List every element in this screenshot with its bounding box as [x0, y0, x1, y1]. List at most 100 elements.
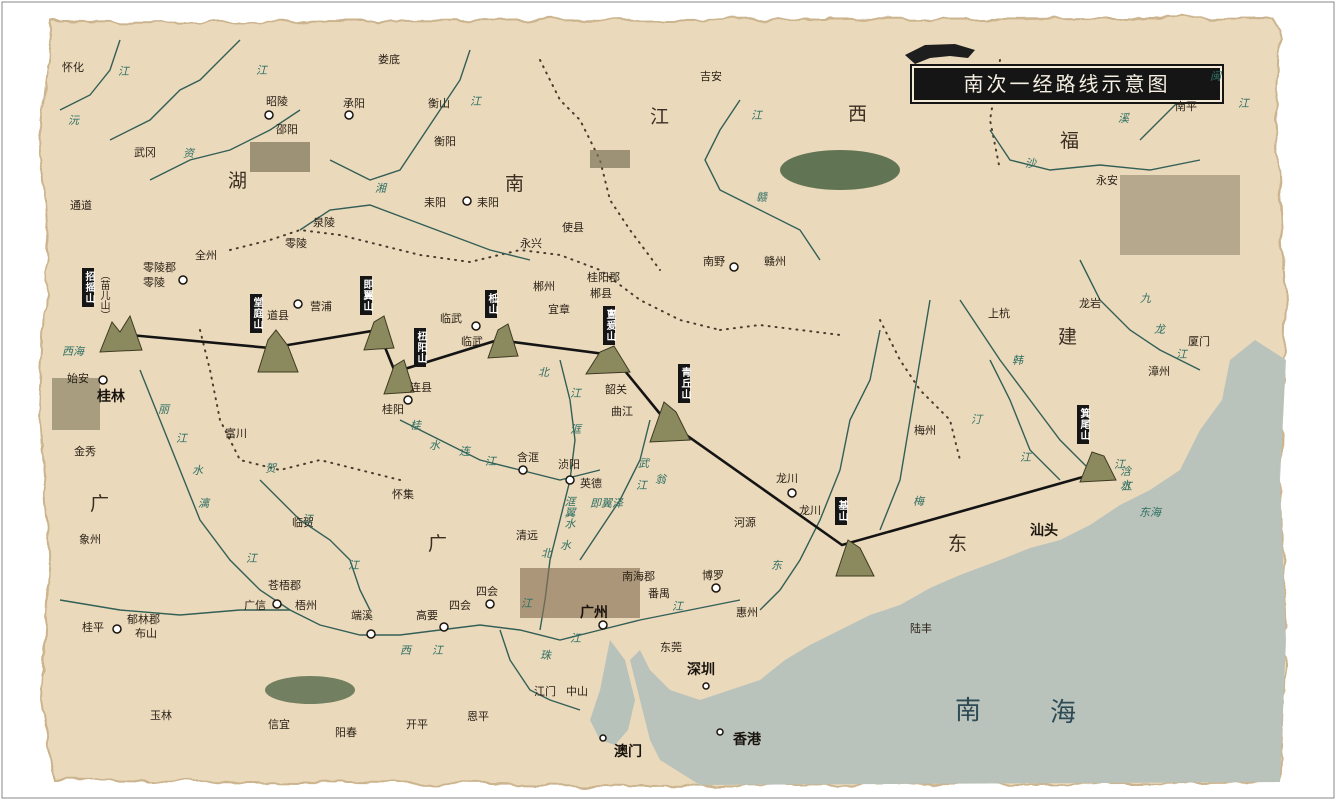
- place-label: 漳州: [1148, 365, 1170, 378]
- city-guilin: 桂林: [97, 389, 125, 405]
- sea-label-hai: 海: [1050, 698, 1077, 728]
- place-label: 临武: [440, 312, 462, 325]
- river-label: 漓: [198, 497, 209, 510]
- place-label: 郁林郡: [127, 613, 160, 626]
- place-label: 泉陵: [313, 216, 335, 229]
- village-icon: [250, 142, 310, 172]
- region-label-fu: 福: [1060, 130, 1080, 152]
- place-label: 布山: [135, 627, 157, 640]
- river-label: 溪: [1118, 112, 1129, 125]
- region-label-guang-west: 广: [90, 493, 110, 515]
- region-label-jiang: 江: [650, 106, 670, 128]
- place-label: 衡山: [428, 97, 450, 110]
- forest-icon: [265, 676, 355, 704]
- river-label: 江: [176, 432, 187, 445]
- region-label-xi: 西: [848, 103, 868, 125]
- village-icon: [52, 378, 100, 430]
- city-circle-icon: [366, 629, 376, 639]
- place-label: 厦门: [1188, 335, 1210, 348]
- river-label: 水: [560, 539, 571, 552]
- place-label: 娄底: [378, 53, 400, 66]
- river-label: 江: [470, 95, 481, 108]
- mountain-tag-danyuan: 亶爰山: [603, 306, 615, 345]
- place-label: 全州: [195, 249, 217, 262]
- region-label-dong: 东: [948, 533, 968, 555]
- place-label: 韶关: [605, 383, 627, 396]
- place-label: 龙川: [799, 504, 821, 517]
- city-guangzhou: 广州: [580, 605, 608, 621]
- place-label: 赣州: [764, 255, 786, 268]
- city-shenzhen: 深圳: [687, 662, 715, 678]
- place-label: 开平: [406, 718, 428, 731]
- region-label-nan: 南: [505, 173, 525, 195]
- place-label: 营浦: [310, 300, 332, 313]
- river-label: 北: [538, 366, 549, 379]
- river-label: 沅: [68, 114, 79, 127]
- river-label: 连: [459, 445, 470, 458]
- place-label: 临武: [461, 335, 483, 348]
- place-label: 永安: [1096, 174, 1118, 187]
- river-label: 水: [192, 464, 203, 477]
- place-label: 邵阳: [276, 123, 298, 136]
- river-label: 北: [541, 547, 552, 560]
- place-label: 陆丰: [910, 622, 932, 635]
- river-label: 西海: [62, 345, 84, 358]
- place-label: 通道: [70, 199, 92, 212]
- river-label: 梅: [913, 495, 924, 508]
- river-label: 沙: [1025, 157, 1036, 170]
- river-label: 江: [118, 65, 129, 78]
- place-label: （苗儿山）: [98, 270, 109, 320]
- river-label: 湘: [375, 182, 386, 195]
- city-circle-icon: [787, 488, 797, 498]
- river-label: 洭: [570, 423, 581, 436]
- place-label: 桂阳郡: [587, 271, 620, 284]
- forest-icon: [780, 150, 900, 190]
- river-label: 江: [1176, 348, 1187, 361]
- city-circle-icon: [462, 196, 472, 206]
- place-label: 零陵: [143, 276, 165, 289]
- place-label: 清远: [516, 529, 538, 542]
- mountain-tag-jiwei: 箕尾山: [1077, 405, 1089, 444]
- place-label: 东莞: [660, 641, 682, 654]
- region-label-jian: 建: [1058, 326, 1078, 348]
- river-label: 水: [429, 439, 440, 452]
- place-label: 浈阳: [558, 458, 580, 471]
- city-circle-icon: [439, 622, 449, 632]
- river-label: 资: [183, 147, 194, 160]
- place-label: 衡阳: [434, 135, 456, 148]
- region-label-hu: 湖: [228, 170, 248, 192]
- city-shantou: 汕头: [1030, 523, 1058, 539]
- place-label: 番禺: [648, 587, 670, 600]
- river-label: 闽: [1210, 70, 1221, 83]
- place-label: 英德: [580, 477, 602, 490]
- place-label: 苍梧郡: [268, 579, 301, 592]
- place-label: 昭陵: [266, 95, 288, 108]
- place-label: 梧州: [295, 599, 317, 612]
- place-label: 南野: [703, 255, 725, 268]
- river-label: 江: [1238, 97, 1249, 110]
- place-label: 郴县: [590, 287, 612, 300]
- city-circle-icon: [344, 110, 354, 120]
- place-label: 耒阳: [477, 196, 499, 209]
- river-label: 东: [771, 559, 782, 572]
- river-label: 江: [636, 479, 647, 492]
- region-label-guang: 广: [428, 533, 448, 555]
- place-label: 梅州: [914, 424, 936, 437]
- mountain-tag-di: 柢山: [485, 290, 497, 318]
- place-label: 连县: [410, 381, 432, 394]
- city-circle-icon: [716, 728, 724, 736]
- place-label: 零陵: [285, 237, 307, 250]
- river-label: 珠: [540, 649, 551, 662]
- river-label: 汀: [971, 413, 982, 426]
- place-label: 宜章: [548, 303, 570, 316]
- mountain-tag-tangting: 堂庭山: [250, 294, 262, 333]
- place-label: 广信: [244, 599, 266, 612]
- place-label: 曲江: [611, 405, 633, 418]
- mountain-tag-ji: 基山: [835, 497, 847, 525]
- place-label: 道县: [267, 309, 289, 322]
- place-label: 南海郡: [622, 570, 655, 583]
- river-label: 即翼泽: [590, 497, 623, 510]
- city-circle-icon: [112, 624, 122, 634]
- city-aomen: 澳门: [614, 744, 642, 760]
- mountain-tag-jiyi: 即翼山: [360, 276, 372, 315]
